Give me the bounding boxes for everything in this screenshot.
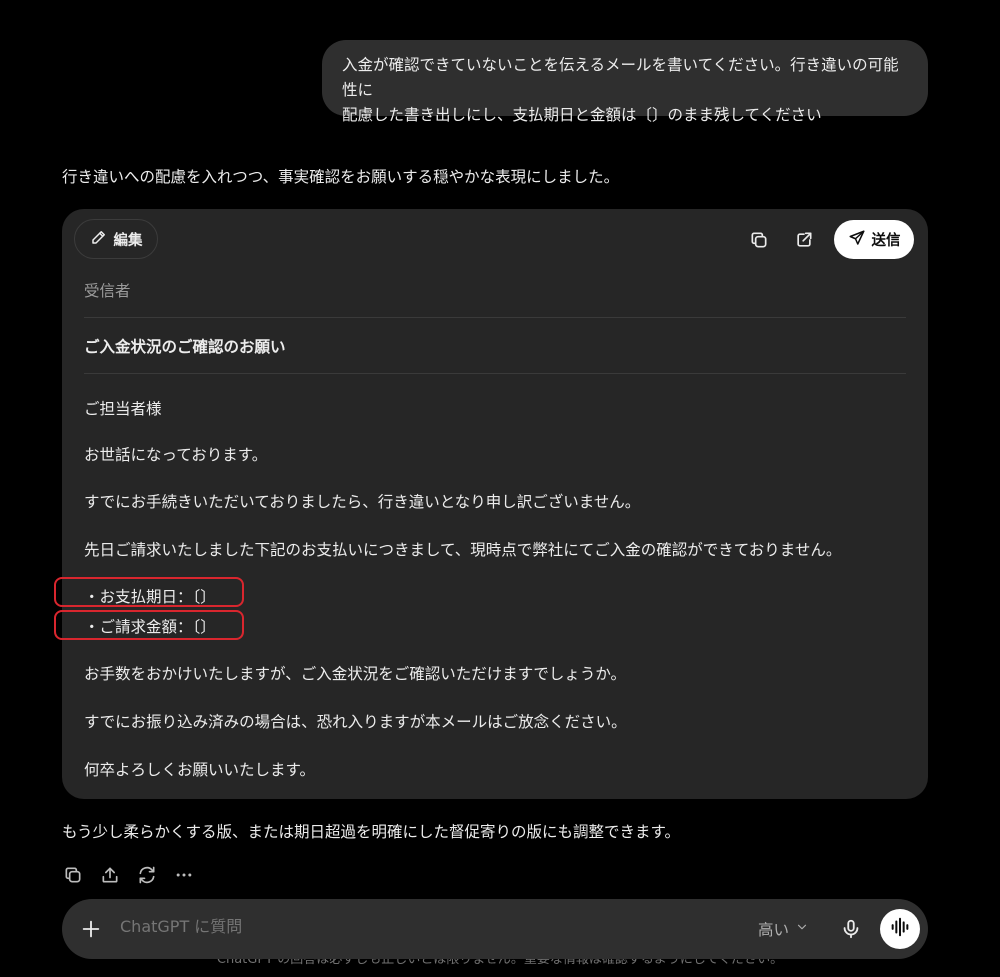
copy-icon[interactable] <box>748 229 770 251</box>
assistant-intro-text: 行き違いへの配慮を入れつつ、事実確認をお願いする穏やかな表現にしました。 <box>62 168 620 186</box>
email-body-line: お世話になっております。 <box>84 446 268 464</box>
message-actions <box>62 864 195 886</box>
copy-icon[interactable] <box>62 864 84 886</box>
email-body-line: 何卒よろしくお願いいたします。 <box>84 761 315 779</box>
email-body-line: すでにお手続きいただいておりましたら、行き違いとなり申し訳ございません。 <box>84 493 641 511</box>
composer: 高い <box>62 899 928 959</box>
chevron-down-icon <box>795 920 809 938</box>
send-button[interactable]: 送信 <box>834 220 914 259</box>
more-icon[interactable] <box>173 864 195 886</box>
email-subject[interactable]: ご入金状況のご確認のお願い <box>84 335 286 357</box>
email-body-due-date: ・お支払期日：〔〕 <box>84 588 216 606</box>
model-select[interactable]: 高い <box>758 918 809 940</box>
voice-waveform-icon <box>889 916 911 942</box>
model-select-label: 高い <box>758 921 790 939</box>
send-button-label: 送信 <box>871 233 901 249</box>
external-link-icon[interactable] <box>793 229 815 251</box>
divider <box>84 373 906 374</box>
recipient-field[interactable]: 受信者 <box>84 279 131 301</box>
email-body-line: 先日ご請求いたしました下記のお支払いにつきまして、現時点で弊社にてご入金の確認が… <box>84 541 842 559</box>
user-message-line-1: 入金が確認できていないことを伝えるメールを書いてください。行き違いの可能性に <box>342 56 899 99</box>
chat-input[interactable] <box>120 917 680 936</box>
edit-button-label: 編集 <box>113 232 143 249</box>
divider <box>84 317 906 318</box>
plus-icon[interactable] <box>78 916 104 942</box>
user-message-line-2: 配慮した書き出しにし、支払期日と金額は〔〕のまま残してください <box>342 106 822 124</box>
voice-mode-button[interactable] <box>880 909 920 949</box>
pencil-icon <box>90 228 108 250</box>
microphone-icon[interactable] <box>838 916 864 942</box>
email-draft-card: 編集 送信 受信者 ご入金状況のご確認のお願い ご担当者様 お世話になっておりま… <box>54 209 928 799</box>
email-body-line: ご担当者様 <box>84 400 162 418</box>
edit-button[interactable]: 編集 <box>74 219 158 259</box>
email-body-line: お手数をおかけいたしますが、ご入金状況をご確認いただけますでしょうか。 <box>84 665 627 683</box>
email-body-amount: ・ご請求金額：〔〕 <box>84 618 216 636</box>
paper-plane-icon <box>848 229 866 251</box>
assistant-outro-text: もう少し柔らかくする版、または期日超過を明確にした督促寄りの版にも調整できます。 <box>62 823 680 841</box>
refresh-icon[interactable] <box>136 864 158 886</box>
email-body-line: すでにお振り込み済みの場合は、恐れ入りますが本メールはご放念ください。 <box>84 713 627 731</box>
user-message-bubble: 入金が確認できていないことを伝えるメールを書いてください。行き違いの可能性に 配… <box>322 40 928 124</box>
share-icon[interactable] <box>99 864 121 886</box>
